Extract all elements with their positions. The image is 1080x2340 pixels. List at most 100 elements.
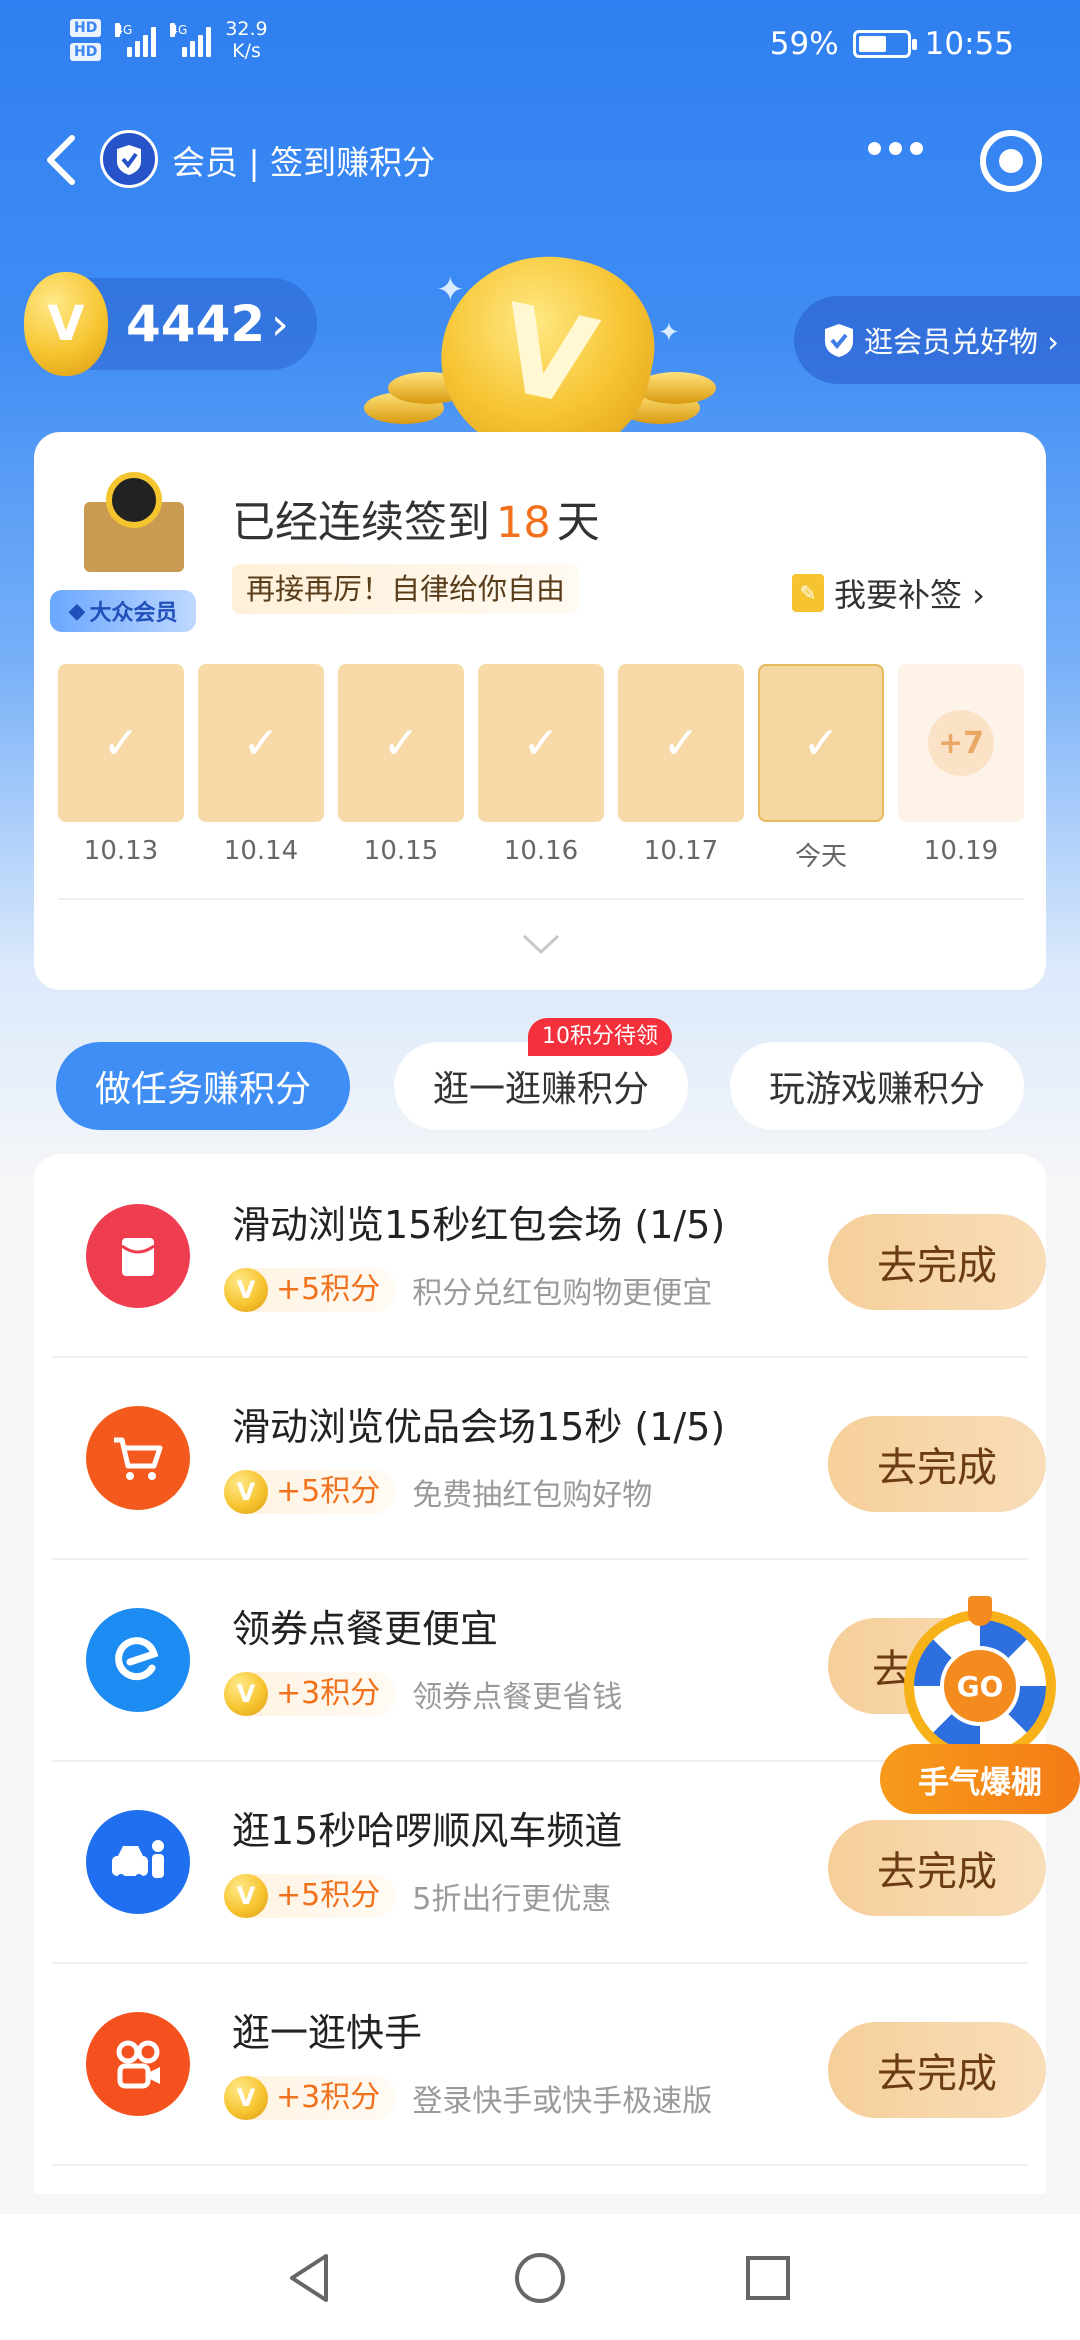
motto-banner: 再接再厉！自律给你自由 [232,564,580,614]
kuaishou-icon [86,2012,190,2116]
clock: 10:55 [924,26,1014,62]
task-title: 滑动浏览15秒红包会场 (1/5) [232,1203,726,1247]
dot-icon [889,142,902,155]
day-checked-box: ✓ [198,664,324,822]
status-bar: HD HD 4G 4G 32.9 K/s 59% 10:55 [0,0,1080,90]
battery-percent: 59% [769,26,839,62]
sign-in-card: ◆ 大众会员 已经连续签到 18 天 再接再厉！自律给你自由 ✎ 我要补签 › ✓ … [34,432,1046,990]
sign-day-today: ✓ 今天 [758,664,884,873]
reward-points: +5积分 [276,1878,381,1913]
reward-bubble: +7 [928,710,994,776]
membership-logo-icon [100,130,158,188]
streak-text: 已经连续签到 18 天 [232,488,600,550]
sparkle-icon: ✦ [658,318,680,348]
reward-points: +5积分 [276,1272,381,1307]
chevron-down-icon[interactable] [520,928,562,958]
day-future-box: +7 [898,664,1024,822]
sign-day: ✓ 10.16 [478,664,604,873]
coin-icon: V [224,1672,268,1716]
sign-in-days: ✓ 10.13 ✓ 10.14 ✓ 10.15 ✓ 10.16 ✓ 10.17 … [58,664,1024,873]
day-label: 10.13 [83,836,159,866]
more-menu-button[interactable] [868,142,923,155]
reward-pill: V +5积分 [224,1874,397,1918]
shield-icon: ◆ [68,598,86,624]
nav-home-icon[interactable] [510,2248,570,2308]
network-type-1: 4G [115,23,133,37]
task-reward-row: V +5积分 免费抽红包购好物 [224,1468,652,1516]
check-icon: ✓ [102,717,140,769]
task-title: 逛15秒哈啰顺风车频道 [232,1809,623,1853]
complete-task-button[interactable]: 去完成 [828,1820,1046,1916]
streak-prefix: 已经连续签到 [232,498,490,548]
close-miniprogram-button[interactable] [980,130,1042,192]
complete-task-button[interactable]: 去完成 [828,1214,1046,1310]
day-label: 10.17 [643,836,719,866]
check-icon: ✓ [242,717,280,769]
points-balance-button[interactable]: V 4442 › [24,272,317,376]
streak-days: 18 [496,498,551,548]
check-icon: ✓ [522,717,560,769]
makeup-card-icon: ✎ [792,574,824,612]
day-label: 10.16 [503,836,579,866]
coin-icon: V [224,1874,268,1918]
reward-pill: V +3积分 [224,2076,397,2120]
points-value: 4442 [126,295,266,353]
day-checked-box: ✓ [478,664,604,822]
member-mall-button[interactable]: 逛会员兑好物 › [794,296,1080,384]
task-reward-row: V +3积分 登录快手或快手极速版 [224,2074,712,2122]
hd-badge-1: HD [70,19,102,37]
day-label: 10.15 [363,836,439,866]
task-description: 领券点餐更省钱 [412,1680,623,1715]
lucky-wheel-button[interactable]: GO 手气爆棚 [880,1596,1080,1816]
network-speed-value: 32.9 [225,18,268,40]
day-label: 10.19 [923,836,999,866]
divider [58,898,1024,900]
complete-task-button[interactable]: 去完成 [828,2022,1046,2118]
system-nav-bar [0,2214,1080,2340]
page-title: 会员 | 签到赚积分 [172,143,436,182]
wheel-pointer-icon [968,1596,992,1626]
carpool-icon [86,1810,190,1914]
network-type-2: 4G [170,23,188,37]
check-icon: ✓ [662,717,700,769]
task-item: 滑动浏览优品会场15秒 (1/5) V +5积分 免费抽红包购好物 去完成 [52,1356,1046,1558]
reward-pill: V +3积分 [224,1672,397,1716]
streak-suffix: 天 [556,498,600,548]
makeup-sign-label: 我要补签 › [834,576,985,614]
sign-day: ✓ 10.15 [338,664,464,873]
task-item: 滑动浏览15秒红包会场 (1/5) V +5积分 积分兑红包购物更便宜 去完成 [52,1154,1046,1356]
task-description: 免费抽红包购好物 [412,1478,653,1513]
sign-day: ✓ 10.17 [618,664,744,873]
day-checked-box: ✓ [618,664,744,822]
task-description: 登录快手或快手极速版 [412,2084,713,2119]
shopping-cart-icon [86,1406,190,1510]
mascot-illustration [64,472,214,602]
tab-tasks[interactable]: 做任务赚积分 [56,1042,350,1130]
hd-indicators: HD HD [70,19,102,61]
check-icon: ✓ [382,717,420,769]
top-nav: 会员 | 签到赚积分 [0,120,1080,200]
task-description: 5折出行更优惠 [412,1882,612,1917]
task-reward-row: V +5积分 5折出行更优惠 [224,1872,611,1920]
task-item: 逛一逛快手 V +3积分 登录快手或快手极速版 去完成 [52,1962,1046,2164]
member-mall-label: 逛会员兑好物 › [864,325,1059,359]
wheel-label: 手气爆棚 [880,1744,1080,1814]
coin-icon: V [224,2076,268,2120]
member-level-badge: ◆ 大众会员 [50,590,196,632]
task-title: 领券点餐更便宜 [232,1607,499,1651]
nav-recents-icon[interactable] [740,2248,796,2308]
task-reward-row: V +3积分 领券点餐更省钱 [224,1670,622,1718]
battery-icon [852,30,917,58]
nav-back-icon[interactable] [282,2248,338,2308]
wheel-go-label: GO [940,1646,1020,1726]
task-reward-row: V +5积分 积分兑红包购物更便宜 [224,1266,712,1314]
signal-2-icon: 4G [170,23,212,57]
chevron-right-icon: › [271,298,289,350]
divider [52,2164,1028,2166]
complete-task-button[interactable]: 去完成 [828,1416,1046,1512]
makeup-sign-button[interactable]: ✎ 我要补签 › [792,570,985,616]
tab-games[interactable]: 玩游戏赚积分 [730,1042,1024,1130]
red-envelope-icon [86,1204,190,1308]
coin-icon: V [24,272,108,376]
back-button[interactable] [42,132,82,188]
